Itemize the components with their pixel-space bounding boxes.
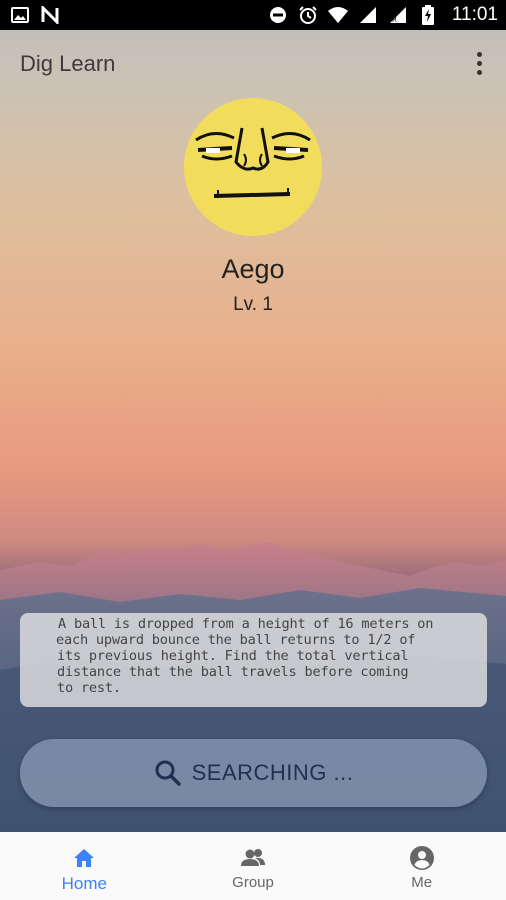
nav-label-me: Me (411, 874, 433, 891)
wifi-icon (327, 5, 348, 25)
nav-label-group: Group (232, 874, 274, 891)
home-screen: R 11:01 Dig Learn Aego Lv. 1 A ball is d… (0, 0, 506, 900)
nav-item-me[interactable]: Me (337, 832, 506, 900)
cell-signal-icon (358, 5, 378, 25)
question-line: A ball is dropped from a height of 16 me… (58, 616, 434, 632)
n-logo-icon (40, 5, 60, 25)
alarm-icon (298, 5, 318, 25)
question-line: its previous height. Find the total vert… (57, 648, 409, 664)
user-level: Lv. 1 (233, 294, 273, 315)
avatar[interactable] (184, 98, 322, 236)
question-line: to rest. (57, 680, 121, 696)
search-button[interactable]: SEARCHING ... (20, 739, 487, 807)
group-icon (241, 849, 265, 866)
clock-time: 11:01 (451, 4, 498, 25)
cell-signal-r-icon: R (388, 5, 408, 25)
meme-face-avatar (184, 98, 322, 236)
app-title: Dig Learn (20, 51, 116, 76)
search-icon (155, 760, 181, 786)
image-icon (10, 5, 30, 25)
nav-item-home[interactable]: Home (0, 832, 169, 900)
nav-item-group[interactable]: Group (169, 832, 338, 900)
more-vert-icon[interactable] (466, 48, 492, 78)
nav-label-home: Home (61, 874, 108, 893)
do-not-disturb-icon (268, 5, 288, 25)
home-icon (74, 849, 95, 867)
account-circle-icon (409, 846, 434, 870)
svg-text:R: R (392, 16, 397, 24)
bottom-navigation: Home Group Me (0, 832, 506, 900)
status-bar: R 11:01 (0, 0, 506, 30)
question-line: distance that the ball travels before co… (57, 664, 409, 680)
search-button-label: SEARCHING ... (191, 760, 354, 785)
question-card: A ball is dropped from a height of 16 me… (20, 613, 487, 707)
battery-charging-icon (418, 5, 438, 25)
question-line: each upward bounce the ball returns to 1… (56, 632, 416, 648)
user-name: Aego (221, 254, 285, 284)
